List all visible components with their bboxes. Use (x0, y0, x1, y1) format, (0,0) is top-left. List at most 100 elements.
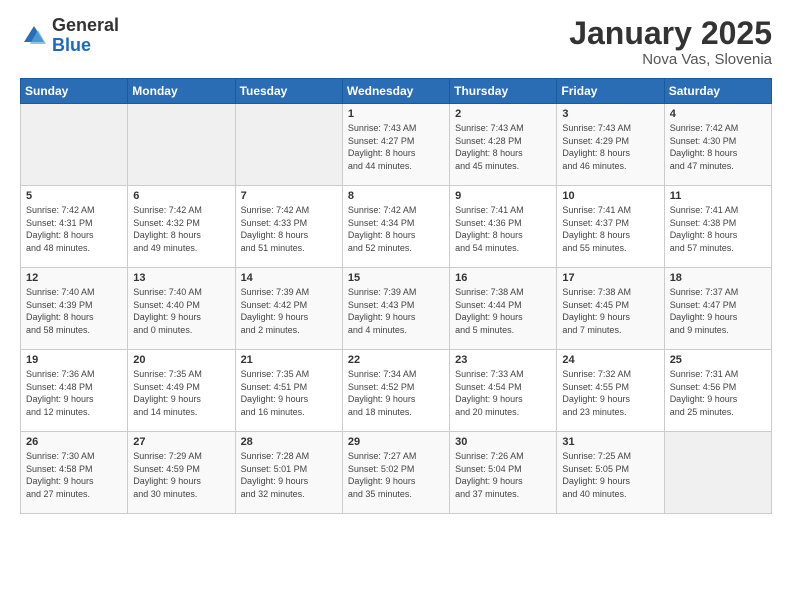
table-row: 16Sunrise: 7:38 AM Sunset: 4:44 PM Dayli… (450, 268, 557, 350)
day-number: 30 (455, 436, 551, 448)
day-info: Sunrise: 7:43 AM Sunset: 4:28 PM Dayligh… (455, 122, 551, 172)
table-row: 10 Sunrise: 7:41 AM Sunset: 4:37 PM Dayli… (557, 186, 664, 268)
logo-text: General Blue (52, 16, 119, 56)
logo-icon (20, 22, 48, 50)
col-friday: Friday (557, 79, 664, 104)
day-info: Sunrise: 7:43 AM Sunset: 4:29 PM Dayligh… (562, 122, 658, 172)
day-info: Sunrise: 7:26 AM Sunset: 5:04 PM Dayligh… (455, 450, 551, 500)
day-info: Sunrise: 7:40 AM Sunset: 4:39 PM Dayligh… (26, 286, 122, 336)
calendar: Sunday Monday Tuesday Wednesday Thursday… (20, 78, 772, 514)
table-row: 5 Sunrise: 7:42 AM Sunset: 4:31 PM Daylig… (21, 186, 128, 268)
day-number: 22 (348, 354, 444, 366)
col-tuesday: Tuesday (235, 79, 342, 104)
table-row: 15Sunrise: 7:39 AM Sunset: 4:43 PM Dayli… (342, 268, 449, 350)
table-row: 1 Sunrise: 7:43 AM Sunset: 4:27 PM Daylig… (342, 104, 449, 186)
day-number: 27 (133, 436, 229, 448)
col-thursday: Thursday (450, 79, 557, 104)
day-number: 2 (455, 108, 551, 120)
table-row: 18Sunrise: 7:37 AM Sunset: 4:47 PM Dayli… (664, 268, 771, 350)
day-info: Sunrise: 7:28 AM Sunset: 5:01 PM Dayligh… (241, 450, 337, 500)
table-row: 14Sunrise: 7:39 AM Sunset: 4:42 PM Dayli… (235, 268, 342, 350)
calendar-week-row: 5 Sunrise: 7:42 AM Sunset: 4:31 PM Daylig… (21, 186, 772, 268)
logo-general: General (52, 15, 119, 35)
calendar-week-row: 1 Sunrise: 7:43 AM Sunset: 4:27 PM Daylig… (21, 104, 772, 186)
table-row: 4Sunrise: 7:42 AM Sunset: 4:30 PM Daylig… (664, 104, 771, 186)
day-number: 24 (562, 354, 658, 366)
day-number: 14 (241, 272, 337, 284)
table-row: 9 Sunrise: 7:41 AM Sunset: 4:36 PM Daylig… (450, 186, 557, 268)
table-row: 30 Sunrise: 7:26 AM Sunset: 5:04 PM Dayli… (450, 432, 557, 514)
col-monday: Monday (128, 79, 235, 104)
day-number: 19 (26, 354, 122, 366)
table-row (664, 432, 771, 514)
table-row: 20 Sunrise: 7:35 AM Sunset: 4:49 PM Dayli… (128, 350, 235, 432)
day-info: Sunrise: 7:42 AM Sunset: 4:33 PM Dayligh… (241, 204, 337, 254)
table-row (235, 104, 342, 186)
header: General Blue January 2025 Nova Vas, Slov… (20, 16, 772, 68)
calendar-week-row: 12 Sunrise: 7:40 AM Sunset: 4:39 PM Dayli… (21, 268, 772, 350)
day-info: Sunrise: 7:35 AM Sunset: 4:49 PM Dayligh… (133, 368, 229, 418)
table-row: 7 Sunrise: 7:42 AM Sunset: 4:33 PM Daylig… (235, 186, 342, 268)
day-info: Sunrise: 7:39 AM Sunset: 4:43 PM Dayligh… (348, 286, 444, 336)
day-info: Sunrise: 7:42 AM Sunset: 4:31 PM Dayligh… (26, 204, 122, 254)
day-info: Sunrise: 7:42 AM Sunset: 4:32 PM Dayligh… (133, 204, 229, 254)
day-number: 9 (455, 190, 551, 202)
calendar-header-row: Sunday Monday Tuesday Wednesday Thursday… (21, 79, 772, 104)
day-number: 7 (241, 190, 337, 202)
day-info: Sunrise: 7:27 AM Sunset: 5:02 PM Dayligh… (348, 450, 444, 500)
table-row: 13Sunrise: 7:40 AM Sunset: 4:40 PM Dayli… (128, 268, 235, 350)
location: Nova Vas, Slovenia (569, 51, 772, 68)
table-row: 31 Sunrise: 7:25 AM Sunset: 5:05 PM Dayli… (557, 432, 664, 514)
col-sunday: Sunday (21, 79, 128, 104)
day-number: 3 (562, 108, 658, 120)
col-wednesday: Wednesday (342, 79, 449, 104)
day-info: Sunrise: 7:41 AM Sunset: 4:38 PM Dayligh… (670, 204, 766, 254)
day-info: Sunrise: 7:41 AM Sunset: 4:37 PM Dayligh… (562, 204, 658, 254)
day-number: 11 (670, 190, 766, 202)
day-number: 4 (670, 108, 766, 120)
title-block: January 2025 Nova Vas, Slovenia (569, 16, 772, 68)
table-row: 17 Sunrise: 7:38 AM Sunset: 4:45 PM Dayli… (557, 268, 664, 350)
day-info: Sunrise: 7:41 AM Sunset: 4:36 PM Dayligh… (455, 204, 551, 254)
day-number: 25 (670, 354, 766, 366)
day-number: 29 (348, 436, 444, 448)
day-info: Sunrise: 7:42 AM Sunset: 4:34 PM Dayligh… (348, 204, 444, 254)
day-number: 10 (562, 190, 658, 202)
day-number: 12 (26, 272, 122, 284)
col-saturday: Saturday (664, 79, 771, 104)
day-number: 16 (455, 272, 551, 284)
table-row: 8 Sunrise: 7:42 AM Sunset: 4:34 PM Daylig… (342, 186, 449, 268)
logo-blue: Blue (52, 35, 91, 55)
table-row: 19 Sunrise: 7:36 AM Sunset: 4:48 PM Dayli… (21, 350, 128, 432)
day-info: Sunrise: 7:38 AM Sunset: 4:45 PM Dayligh… (562, 286, 658, 336)
day-info: Sunrise: 7:32 AM Sunset: 4:55 PM Dayligh… (562, 368, 658, 418)
day-info: Sunrise: 7:31 AM Sunset: 4:56 PM Dayligh… (670, 368, 766, 418)
day-number: 23 (455, 354, 551, 366)
day-info: Sunrise: 7:43 AM Sunset: 4:27 PM Dayligh… (348, 122, 444, 172)
day-number: 31 (562, 436, 658, 448)
day-info: Sunrise: 7:25 AM Sunset: 5:05 PM Dayligh… (562, 450, 658, 500)
table-row: 23 Sunrise: 7:33 AM Sunset: 4:54 PM Dayli… (450, 350, 557, 432)
table-row: 3 Sunrise: 7:43 AM Sunset: 4:29 PM Daylig… (557, 104, 664, 186)
table-row: 22Sunrise: 7:34 AM Sunset: 4:52 PM Dayli… (342, 350, 449, 432)
table-row: 2 Sunrise: 7:43 AM Sunset: 4:28 PM Daylig… (450, 104, 557, 186)
day-info: Sunrise: 7:37 AM Sunset: 4:47 PM Dayligh… (670, 286, 766, 336)
table-row: 25 Sunrise: 7:31 AM Sunset: 4:56 PM Dayli… (664, 350, 771, 432)
day-number: 21 (241, 354, 337, 366)
table-row: 21Sunrise: 7:35 AM Sunset: 4:51 PM Dayli… (235, 350, 342, 432)
day-info: Sunrise: 7:33 AM Sunset: 4:54 PM Dayligh… (455, 368, 551, 418)
logo: General Blue (20, 16, 119, 56)
table-row: 27Sunrise: 7:29 AM Sunset: 4:59 PM Dayli… (128, 432, 235, 514)
day-number: 5 (26, 190, 122, 202)
day-number: 17 (562, 272, 658, 284)
table-row: 26Sunrise: 7:30 AM Sunset: 4:58 PM Dayli… (21, 432, 128, 514)
day-number: 8 (348, 190, 444, 202)
calendar-week-row: 19 Sunrise: 7:36 AM Sunset: 4:48 PM Dayli… (21, 350, 772, 432)
table-row (128, 104, 235, 186)
table-row: 11 Sunrise: 7:41 AM Sunset: 4:38 PM Dayli… (664, 186, 771, 268)
day-number: 20 (133, 354, 229, 366)
day-info: Sunrise: 7:30 AM Sunset: 4:58 PM Dayligh… (26, 450, 122, 500)
day-info: Sunrise: 7:36 AM Sunset: 4:48 PM Dayligh… (26, 368, 122, 418)
day-number: 1 (348, 108, 444, 120)
day-number: 6 (133, 190, 229, 202)
